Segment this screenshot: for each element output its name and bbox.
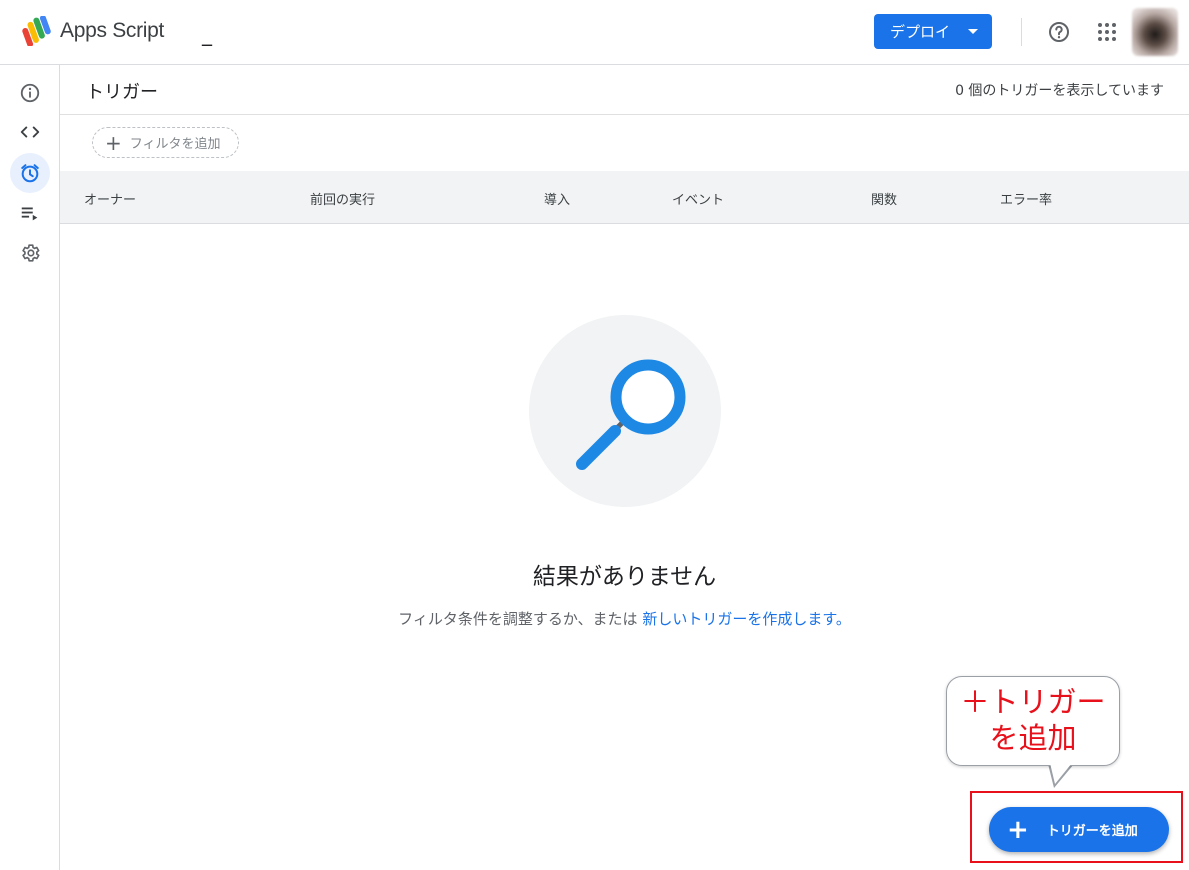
search-icon bbox=[576, 359, 686, 470]
rail-item-overview[interactable] bbox=[10, 73, 50, 113]
page-title: トリガー bbox=[86, 82, 158, 103]
column-owner[interactable]: オーナー bbox=[84, 189, 136, 208]
rail-item-triggers[interactable] bbox=[10, 153, 50, 193]
callout-line-1: ＋トリガー bbox=[960, 687, 1106, 719]
code-icon bbox=[20, 126, 40, 138]
empty-state-illustration bbox=[529, 315, 721, 507]
page-header: トリガー 0 個のトリガーを表示しています bbox=[60, 65, 1189, 115]
column-function[interactable]: 関数 bbox=[871, 189, 897, 208]
plus-icon: + bbox=[105, 130, 122, 155]
create-trigger-link[interactable]: 新しいトリガーを作成します。 bbox=[642, 610, 851, 628]
annotation-callout: ＋トリガー を追加 bbox=[946, 676, 1120, 766]
top-bar: Apps Script _ デプロイ bbox=[0, 0, 1189, 65]
help-icon[interactable] bbox=[1047, 20, 1071, 44]
avatar[interactable] bbox=[1132, 8, 1178, 56]
caret-down-icon bbox=[968, 29, 978, 34]
alarm-icon bbox=[21, 164, 39, 183]
empty-state-hint: フィルタ条件を調整するか、または bbox=[398, 610, 643, 628]
executions-icon bbox=[21, 207, 38, 221]
add-filter-button[interactable]: + フィルタを追加 bbox=[92, 127, 239, 158]
deploy-button[interactable]: デプロイ bbox=[874, 14, 992, 49]
deploy-button-label: デプロイ bbox=[890, 23, 951, 41]
column-error-rate[interactable]: エラー率 bbox=[1000, 189, 1052, 208]
header-divider bbox=[1021, 18, 1022, 46]
add-trigger-label: トリガーを追加 bbox=[1046, 824, 1138, 839]
column-event[interactable]: イベント bbox=[672, 189, 724, 208]
add-filter-label: フィルタを追加 bbox=[129, 137, 221, 152]
apps-script-logo-icon[interactable] bbox=[20, 16, 54, 46]
trigger-count: 0 個のトリガーを表示しています bbox=[955, 83, 1164, 99]
project-name[interactable]: _ bbox=[202, 22, 212, 46]
rail-item-settings[interactable] bbox=[10, 233, 50, 273]
callout-line-2: を追加 bbox=[989, 723, 1077, 755]
table-header: オーナー 前回の実行 導入 イベント 関数 エラー率 bbox=[60, 171, 1189, 224]
rail-item-editor[interactable] bbox=[10, 112, 50, 152]
plus-icon: + bbox=[1007, 814, 1029, 845]
empty-state-title: 結果がありません bbox=[532, 564, 717, 590]
info-icon bbox=[20, 83, 40, 103]
column-last-run[interactable]: 前回の実行 bbox=[310, 189, 375, 208]
app-title[interactable]: Apps Script bbox=[60, 19, 164, 43]
callout-tail-inner bbox=[1050, 763, 1072, 784]
left-rail bbox=[0, 65, 60, 870]
apps-grid-icon[interactable] bbox=[1095, 20, 1119, 44]
gear-icon bbox=[22, 244, 40, 262]
add-trigger-button[interactable]: + トリガーを追加 bbox=[989, 807, 1169, 852]
rail-item-executions[interactable] bbox=[10, 193, 50, 233]
filter-row: + フィルタを追加 bbox=[60, 115, 1189, 171]
column-deployment[interactable]: 導入 bbox=[544, 189, 570, 208]
empty-state-subtitle: フィルタ条件を調整するか、または 新しいトリガーを作成します。 bbox=[60, 608, 1189, 629]
